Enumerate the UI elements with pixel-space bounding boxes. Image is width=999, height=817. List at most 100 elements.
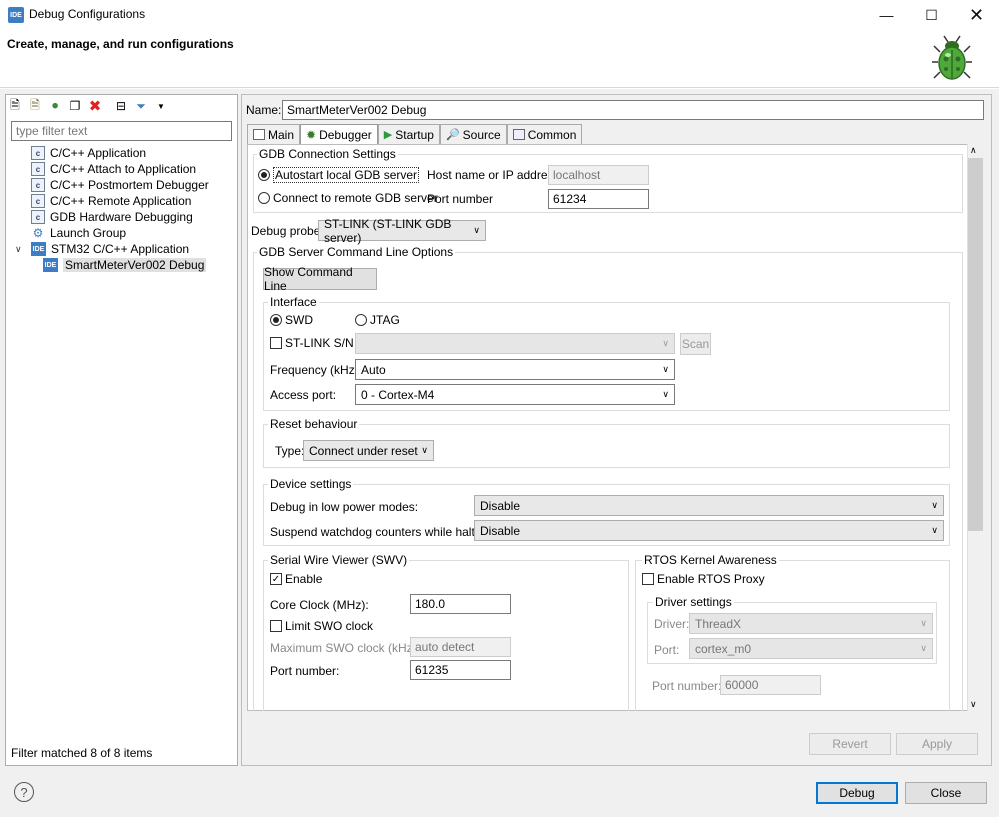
swv-port-input[interactable]: 61235: [410, 660, 511, 680]
tree-item-label: C/C++ Postmortem Debugger: [50, 178, 209, 192]
scrollbar-thumb[interactable]: [968, 158, 983, 531]
driver-select[interactable]: ThreadX ∨: [689, 613, 933, 634]
watchdog-label: Suspend watchdog counters while halted:: [270, 525, 492, 539]
debug-probe-value: ST-LINK (ST-LINK GDB server): [324, 216, 452, 245]
swd-radio[interactable]: SWD: [270, 313, 313, 327]
source-tab-icon: 🔎: [445, 129, 460, 141]
help-icon[interactable]: ?: [14, 782, 34, 802]
tab-source[interactable]: 🔎 Source: [439, 124, 507, 144]
chevron-down-icon: ∨: [473, 225, 480, 235]
tab-common[interactable]: Common: [506, 124, 583, 144]
rtos-proxy-checkbox[interactable]: Enable RTOS Proxy: [642, 572, 765, 586]
apply-button[interactable]: Apply: [896, 733, 978, 755]
port-input[interactable]: 61234: [548, 189, 649, 209]
chevron-down-icon: ∨: [931, 525, 938, 535]
rtos-port-select[interactable]: cortex_m0 ∨: [689, 638, 933, 659]
tree-item-cpp-attach[interactable]: c C/C++ Attach to Application: [13, 161, 235, 177]
port-label: Port number: [427, 192, 494, 206]
tree-item-cpp-postmortem[interactable]: c C/C++ Postmortem Debugger: [13, 177, 235, 193]
reset-type-label: Type:: [275, 444, 305, 458]
name-input[interactable]: SmartMeterVer002 Debug: [282, 100, 984, 120]
tree-toolbar: 🗎 🗎 ⚫ ❐ ✖ ⊟ ⏷ ▼: [7, 97, 169, 116]
remote-label: Connect to remote GDB server: [273, 191, 438, 205]
limit-swo-checkbox[interactable]: Limit SWO clock: [270, 619, 373, 633]
show-command-line-button[interactable]: Show Command Line: [263, 265, 377, 293]
gdb-server-options-title: GDB Server Command Line Options: [257, 245, 456, 259]
debug-button[interactable]: Debug: [816, 782, 898, 804]
swv-enable-checkbox[interactable]: ✓ Enable: [270, 572, 322, 586]
configuration-tree: c C/C++ Application c C/C++ Attach to Ap…: [13, 145, 235, 273]
rtos-port-number-input[interactable]: 60000: [720, 675, 821, 695]
tree-item-launch-group[interactable]: ⚙ Launch Group: [13, 225, 235, 241]
view-menu-chevron-icon[interactable]: ▼: [153, 98, 169, 114]
tree-item-stm32-application[interactable]: ∨ IDE STM32 C/C++ Application: [13, 241, 235, 257]
tree-item-label: SmartMeterVer002 Debug: [63, 258, 207, 272]
tree-item-gdb-hardware[interactable]: c GDB Hardware Debugging: [13, 209, 235, 225]
duplicate-config-icon[interactable]: ❐: [67, 98, 83, 114]
minimize-button[interactable]: —: [864, 0, 909, 30]
tree-item-label: C/C++ Application: [50, 146, 147, 160]
low-power-label: Debug in low power modes:: [270, 500, 419, 514]
rtos-proxy-label: Enable RTOS Proxy: [657, 572, 765, 586]
c-file-icon: c: [31, 210, 45, 224]
gdb-connection-title: GDB Connection Settings: [257, 147, 398, 161]
chevron-down-icon: ∨: [421, 445, 428, 455]
access-port-select[interactable]: 0 - Cortex-M4 ∨: [355, 384, 675, 405]
c-file-icon: c: [31, 178, 45, 192]
autostart-radio[interactable]: Autostart local GDB server: [258, 167, 420, 183]
tab-main[interactable]: Main: [247, 124, 301, 144]
frequency-select[interactable]: Auto ∨: [355, 359, 675, 380]
chevron-down-icon[interactable]: ∨: [15, 244, 26, 255]
stlink-sn-select[interactable]: ∨: [355, 333, 675, 354]
startup-tab-icon: ▶: [383, 129, 393, 141]
stlink-sn-checkbox[interactable]: ST-LINK S/N: [270, 336, 354, 350]
tree-item-label: Launch Group: [50, 226, 127, 240]
tab-debugger[interactable]: ✹ Debugger: [300, 124, 378, 145]
core-clock-input[interactable]: 180.0: [410, 594, 511, 614]
new-config-icon[interactable]: 🗎: [7, 98, 23, 114]
close-button[interactable]: Close: [905, 782, 987, 804]
watchdog-value: Disable: [480, 523, 521, 538]
host-label: Host name or IP address: [427, 168, 560, 182]
new-prototype-icon[interactable]: 🗎: [27, 98, 43, 114]
debug-probe-select[interactable]: ST-LINK (ST-LINK GDB server) ∨: [318, 217, 486, 245]
low-power-select[interactable]: Disable ∨: [474, 495, 944, 516]
swv-title: Serial Wire Viewer (SWV): [268, 553, 410, 567]
jtag-radio[interactable]: JTAG: [355, 313, 400, 327]
chevron-down-icon: ∨: [920, 618, 927, 628]
radio-indicator: [258, 192, 270, 204]
close-window-button[interactable]: ✕: [954, 0, 999, 30]
filter-input[interactable]: type filter text: [11, 121, 232, 141]
autostart-label: Autostart local GDB server: [273, 167, 420, 183]
maximize-button[interactable]: ☐: [909, 0, 954, 30]
scan-button[interactable]: Scan: [680, 333, 711, 355]
header-title: Create, manage, and run configurations: [7, 37, 234, 51]
revert-button[interactable]: Revert: [809, 733, 891, 755]
c-file-icon: c: [31, 146, 45, 160]
scroll-down-icon[interactable]: ∨: [970, 699, 977, 710]
collapse-all-icon[interactable]: ⊟: [113, 98, 129, 114]
filter-icon[interactable]: ⏷: [133, 98, 149, 114]
tab-startup[interactable]: ▶ Startup: [377, 124, 440, 144]
frequency-value: Auto: [361, 362, 386, 377]
tree-item-cpp-remote[interactable]: c C/C++ Remote Application: [13, 193, 235, 209]
radio-indicator: [258, 169, 270, 181]
tree-item-cpp-application[interactable]: c C/C++ Application: [13, 145, 235, 161]
radio-indicator: [270, 314, 282, 326]
host-input[interactable]: localhost: [548, 165, 649, 185]
chevron-down-icon: ∨: [662, 338, 669, 348]
tab-label: Source: [462, 127, 501, 142]
swv-enable-label: Enable: [285, 572, 323, 586]
remote-radio[interactable]: Connect to remote GDB server: [258, 191, 438, 205]
stlink-sn-label: ST-LINK S/N: [285, 336, 354, 350]
delete-config-icon[interactable]: ✖: [87, 98, 103, 115]
tree-item-smartmeter-debug[interactable]: IDE SmartMeterVer002 Debug: [13, 257, 235, 273]
watchdog-select[interactable]: Disable ∨: [474, 520, 944, 541]
export-config-icon[interactable]: ⚫: [47, 98, 63, 114]
chevron-down-icon: ∨: [920, 643, 927, 653]
reset-type-select[interactable]: Connect under reset ∨: [303, 440, 434, 461]
c-file-icon: c: [31, 162, 45, 176]
scroll-up-icon[interactable]: ∧: [970, 145, 977, 156]
max-swo-input[interactable]: auto detect: [410, 637, 511, 657]
filter-status: Filter matched 8 of 8 items: [11, 746, 153, 760]
